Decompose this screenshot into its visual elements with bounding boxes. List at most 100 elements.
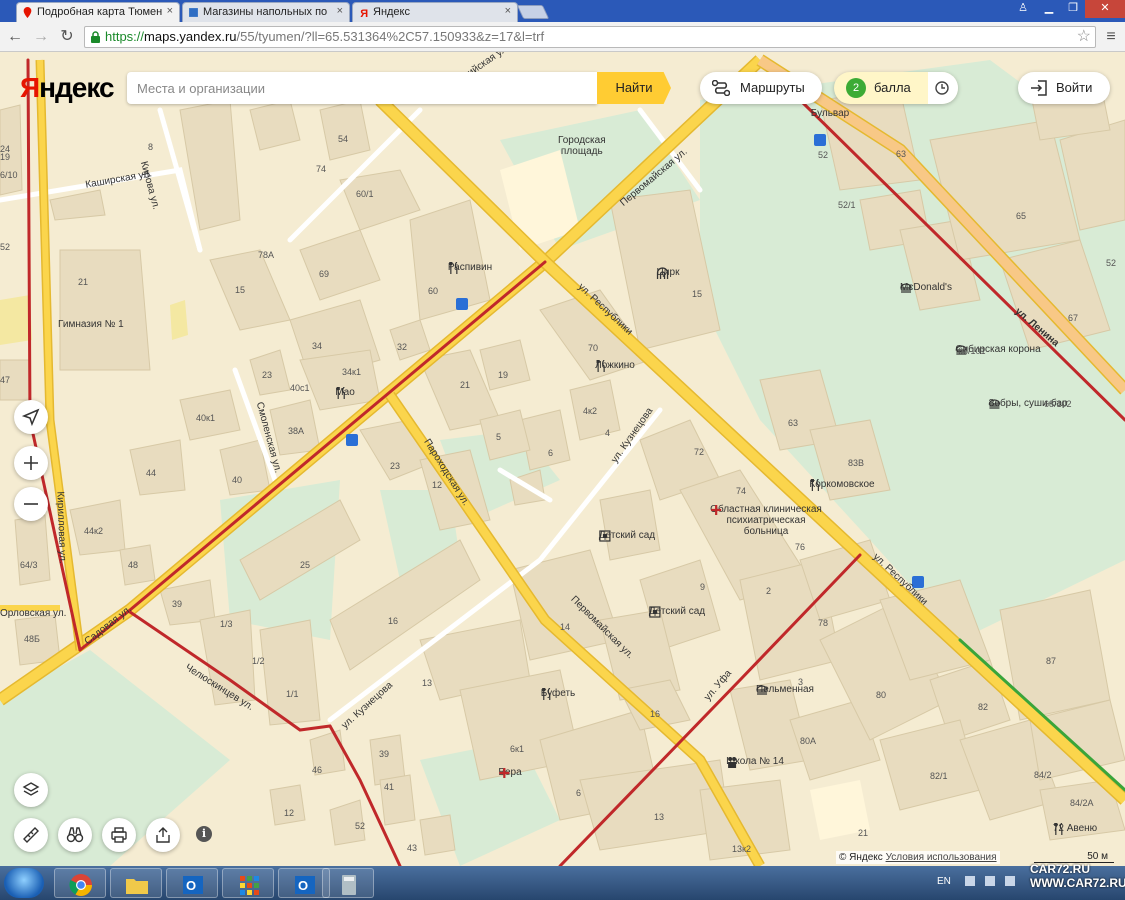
terms-link[interactable]: Условия использования bbox=[886, 852, 997, 863]
poi-lozhkino[interactable]: Ложкино bbox=[595, 360, 635, 372]
tab-yandex[interactable]: Я Яндекс × bbox=[352, 2, 518, 22]
house-number: 47 bbox=[0, 375, 11, 385]
ruler-button[interactable] bbox=[14, 818, 48, 852]
find-button[interactable]: Найти bbox=[597, 72, 671, 104]
search-box[interactable] bbox=[127, 72, 597, 104]
poi-circus[interactable]: Цирк bbox=[657, 267, 679, 279]
tab-map-tyumen[interactable]: Подробная карта Тюмен × bbox=[16, 2, 180, 22]
user-icon[interactable]: ♙ bbox=[1010, 0, 1036, 18]
taskbar-explorer[interactable] bbox=[110, 868, 162, 898]
poi-school-14[interactable]: Школа № 14 bbox=[726, 756, 784, 768]
new-tab-button[interactable] bbox=[516, 5, 550, 19]
bus-stop-icon[interactable] bbox=[456, 298, 468, 310]
logo-text: ндекс bbox=[39, 72, 114, 103]
zoom-in-button[interactable] bbox=[14, 446, 48, 480]
search-input[interactable] bbox=[127, 72, 597, 104]
house-number: 74 bbox=[316, 164, 327, 174]
tray-network-icon[interactable] bbox=[965, 876, 975, 886]
share-button[interactable] bbox=[146, 818, 180, 852]
poi-bulvar[interactable]: Бульвар bbox=[811, 108, 850, 119]
window-close-button[interactable]: ✕ bbox=[1085, 0, 1125, 18]
house-number: 3 bbox=[798, 677, 804, 687]
reload-button[interactable]: ↻ bbox=[56, 26, 78, 48]
login-icon bbox=[1031, 80, 1047, 96]
house-number: 21 bbox=[78, 277, 89, 287]
taskbar-calculator[interactable] bbox=[322, 868, 374, 898]
house-number: 52 bbox=[1106, 258, 1117, 268]
house-number: 12 bbox=[284, 808, 295, 818]
fork-knife-icon bbox=[449, 262, 458, 274]
street-label: Орловская ул. bbox=[0, 608, 67, 619]
forward-button[interactable]: → bbox=[30, 26, 52, 48]
taskbar-outlook[interactable]: O bbox=[166, 868, 218, 898]
minimize-button[interactable]: ▁ bbox=[1036, 0, 1062, 18]
back-button[interactable]: ← bbox=[4, 26, 26, 48]
poi-pelmennaya[interactable]: Пельменная bbox=[756, 684, 814, 695]
house-number: 24 bbox=[0, 144, 11, 154]
house-number: 44 bbox=[146, 468, 157, 478]
poi-mao[interactable]: Мао bbox=[335, 387, 355, 399]
house-number: 48Б bbox=[24, 634, 40, 644]
poi-psychiatric-hospital[interactable]: Областная клиническая психиатрическая бо… bbox=[710, 504, 822, 537]
plus-icon bbox=[24, 456, 38, 470]
house-number: 16 bbox=[388, 616, 399, 626]
house-number: 52/1 bbox=[838, 200, 856, 210]
house-number: 6 bbox=[548, 448, 554, 458]
address-bar[interactable]: https://maps.yandex.ru/55/tyumen/?ll=65.… bbox=[84, 26, 1096, 48]
info-icon[interactable]: i bbox=[196, 826, 212, 842]
house-number: 67 bbox=[1068, 313, 1079, 323]
house-number: 46 bbox=[312, 765, 323, 775]
print-button[interactable] bbox=[102, 818, 136, 852]
house-number: 63 bbox=[788, 418, 799, 428]
fastfood-icon bbox=[988, 399, 1001, 409]
area-label-gymnasium: Гимназия № 1 bbox=[58, 319, 124, 330]
house-number: 65 bbox=[1016, 211, 1027, 221]
share-icon bbox=[156, 827, 170, 843]
map-canvas[interactable]: Городская площадь Гимназия № 1 Распивин … bbox=[0, 52, 1125, 866]
poi-bufet[interactable]: Буфеть bbox=[541, 688, 575, 700]
start-button[interactable] bbox=[4, 868, 44, 898]
routes-button[interactable]: Маршруты bbox=[700, 72, 822, 104]
bus-stop-icon[interactable] bbox=[814, 134, 826, 146]
tray-flag-icon[interactable] bbox=[985, 876, 995, 886]
house-number: 6к1 bbox=[510, 744, 524, 754]
tab-title: Магазины напольных по bbox=[203, 6, 328, 18]
zoom-out-button[interactable] bbox=[14, 487, 48, 521]
outlook-icon: O bbox=[295, 876, 315, 894]
house-number: 25 bbox=[300, 560, 311, 570]
menu-icon[interactable]: ≡ bbox=[1100, 26, 1122, 48]
yandex-logo-icon: Я bbox=[360, 8, 368, 18]
house-number: 14 bbox=[560, 622, 571, 632]
taskbar-chrome[interactable] bbox=[54, 868, 106, 898]
login-button[interactable]: Войти bbox=[1018, 72, 1110, 104]
close-icon[interactable]: × bbox=[505, 5, 511, 17]
yandex-logo[interactable]: Яндекс bbox=[20, 72, 115, 104]
tray-volume-icon[interactable] bbox=[1005, 876, 1015, 886]
poi-72-avenue[interactable]: 72 Авеню bbox=[1053, 823, 1097, 835]
tab-flooring-stores[interactable]: Магазины напольных по × bbox=[182, 2, 350, 22]
language-indicator[interactable]: EN bbox=[937, 876, 951, 887]
restore-button[interactable]: ❐ bbox=[1060, 0, 1086, 18]
house-number: 38А bbox=[288, 426, 305, 436]
poi-raspivin[interactable]: Распивин bbox=[448, 262, 492, 274]
poi-kindergarten-1[interactable]: Детский сад bbox=[599, 530, 655, 542]
taskbar-apps[interactable] bbox=[222, 868, 274, 898]
points-button[interactable]: 2 балла bbox=[834, 72, 958, 104]
poi-korkomovskoe[interactable]: Коркомовское bbox=[809, 479, 875, 491]
bus-stop-icon[interactable] bbox=[346, 434, 358, 446]
close-icon[interactable]: × bbox=[167, 5, 173, 17]
panorama-button[interactable] bbox=[58, 818, 92, 852]
geolocation-button[interactable] bbox=[14, 400, 48, 434]
poi-mcdonalds[interactable]: McDonald's bbox=[900, 282, 952, 293]
house-number: 76 bbox=[795, 542, 806, 552]
close-icon[interactable]: × bbox=[337, 5, 343, 17]
poi-vera[interactable]: Вера bbox=[498, 767, 522, 778]
ruler-icon bbox=[23, 827, 39, 843]
svg-text:O: O bbox=[298, 878, 308, 893]
tab-title: Яндекс bbox=[373, 6, 410, 18]
bookmark-star-icon[interactable]: ☆ bbox=[1077, 27, 1091, 47]
house-number: 82/1 bbox=[930, 771, 948, 781]
poi-kindergarten-2[interactable]: Детский сад bbox=[649, 606, 705, 618]
house-number: 21 bbox=[460, 380, 471, 390]
layers-button[interactable] bbox=[14, 773, 48, 807]
